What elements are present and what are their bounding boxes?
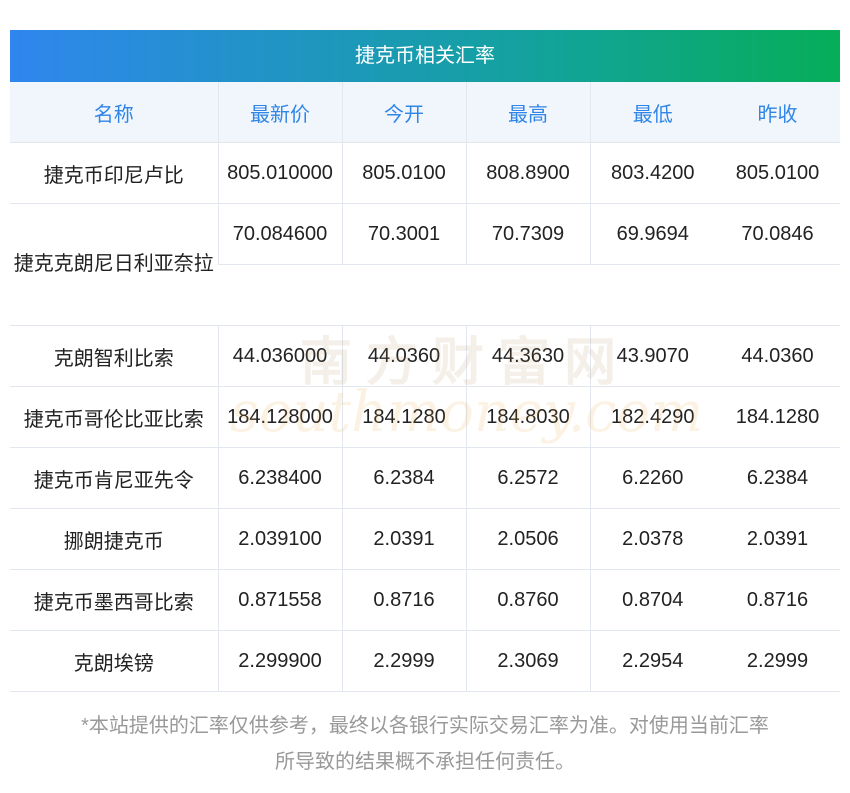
header-open: 今开 [341,82,466,143]
header-latest: 最新价 [217,82,342,143]
cell-low: 0.8704 [589,569,715,631]
cell-name: 克朗智利比索 [10,325,218,387]
table-row: 捷克币印尼卢比 805.010000 805.0100 808.8900 803.420… [10,142,840,204]
cell-latest: 2.039100 [217,508,342,570]
cell-open: 184.1280 [341,386,466,448]
cell-high: 44.3630 [465,325,590,387]
cell-high: 0.8760 [465,569,590,631]
cell-prev-close: 6.2384 [715,447,840,509]
header-row: 名称 最新价 今开 最高 最低 昨收 [10,82,840,143]
disclaimer: *本站提供的汇率仅供参考，最终以各银行实际交易汇率为准。对使用当前汇率 所导致的… [0,708,850,780]
cell-prev-close: 184.1280 [715,386,840,448]
cell-high: 808.8900 [465,142,590,204]
cell-name: 克朗埃镑 [10,630,218,692]
table-row: 捷克币哥伦比亚比索 184.128000 184.1280 184.8030 182.4… [10,386,840,448]
cell-name: 捷克币哥伦比亚比索 [10,386,218,448]
cell-open: 2.2999 [341,630,466,692]
table-row: 挪朗捷克币 2.039100 2.0391 2.0506 2.0378 2.0391 [10,508,840,570]
cell-open: 2.0391 [341,508,466,570]
cell-latest: 2.299900 [217,630,342,692]
table-title: 捷克币相关汇率 [10,30,840,82]
cell-prev-close: 2.2999 [715,630,840,692]
cell-name: 捷克币肯尼亚先令 [10,447,218,509]
cell-high: 70.7309 [465,203,590,265]
disclaimer-line-1: *本站提供的汇率仅供参考，最终以各银行实际交易汇率为准。对使用当前汇率 [81,715,769,737]
cell-low: 803.4200 [589,142,715,204]
cell-prev-close: 0.8716 [715,569,840,631]
cell-high: 2.0506 [465,508,590,570]
cell-low: 43.9070 [589,325,715,387]
cell-latest: 44.036000 [217,325,342,387]
cell-low: 2.0378 [589,508,715,570]
cell-latest: 6.238400 [217,447,342,509]
cell-high: 6.2572 [465,447,590,509]
table-row: 克朗埃镑 2.299900 2.2999 2.3069 2.2954 2.2999 [10,630,840,692]
cell-prev-close: 70.0846 [715,203,840,265]
header-name: 名称 [10,82,218,143]
table-row: 捷克币肯尼亚先令 6.238400 6.2384 6.2572 6.2260 6.2384 [10,447,840,509]
header-low: 最低 [589,82,715,143]
cell-open: 6.2384 [341,447,466,509]
cell-prev-close: 2.0391 [715,508,840,570]
cell-high: 2.3069 [465,630,590,692]
cell-low: 2.2954 [589,630,715,692]
header-prev-close: 昨收 [715,82,840,143]
spacer-cell [218,264,840,326]
table-row: 捷克克朗尼日利亚奈拉 70.084600 70.3001 70.7309 69.9694… [10,203,840,326]
cell-open: 805.0100 [341,142,466,204]
cell-prev-close: 805.0100 [715,142,840,204]
cell-latest: 0.871558 [217,569,342,631]
cell-prev-close: 44.0360 [715,325,840,387]
cell-open: 44.0360 [341,325,466,387]
cell-low: 182.4290 [589,386,715,448]
cell-latest: 70.084600 [217,203,342,265]
cell-latest: 184.128000 [217,386,342,448]
cell-name: 捷克币印尼卢比 [10,142,218,204]
cell-low: 69.9694 [589,203,715,265]
cell-open: 70.3001 [341,203,466,265]
cell-name: 捷克币墨西哥比索 [10,569,218,631]
table-row: 克朗智利比索 44.036000 44.0360 44.3630 43.9070 44.0… [10,325,840,387]
cell-open: 0.8716 [341,569,466,631]
cell-low: 6.2260 [589,447,715,509]
cell-name: 挪朗捷克币 [10,508,218,570]
disclaimer-line-2: 所导致的结果概不承担任何责任。 [275,751,575,773]
header-high: 最高 [465,82,590,143]
cell-latest: 805.010000 [217,142,342,204]
cell-high: 184.8030 [465,386,590,448]
cell-name: 捷克克朗尼日利亚奈拉 [10,203,218,326]
exchange-rate-table: 名称 最新价 今开 最高 最低 昨收 捷克币印尼卢比 805.010000 805.… [10,82,840,692]
table-row: 捷克币墨西哥比索 0.871558 0.8716 0.8760 0.8704 0.8716 [10,569,840,631]
